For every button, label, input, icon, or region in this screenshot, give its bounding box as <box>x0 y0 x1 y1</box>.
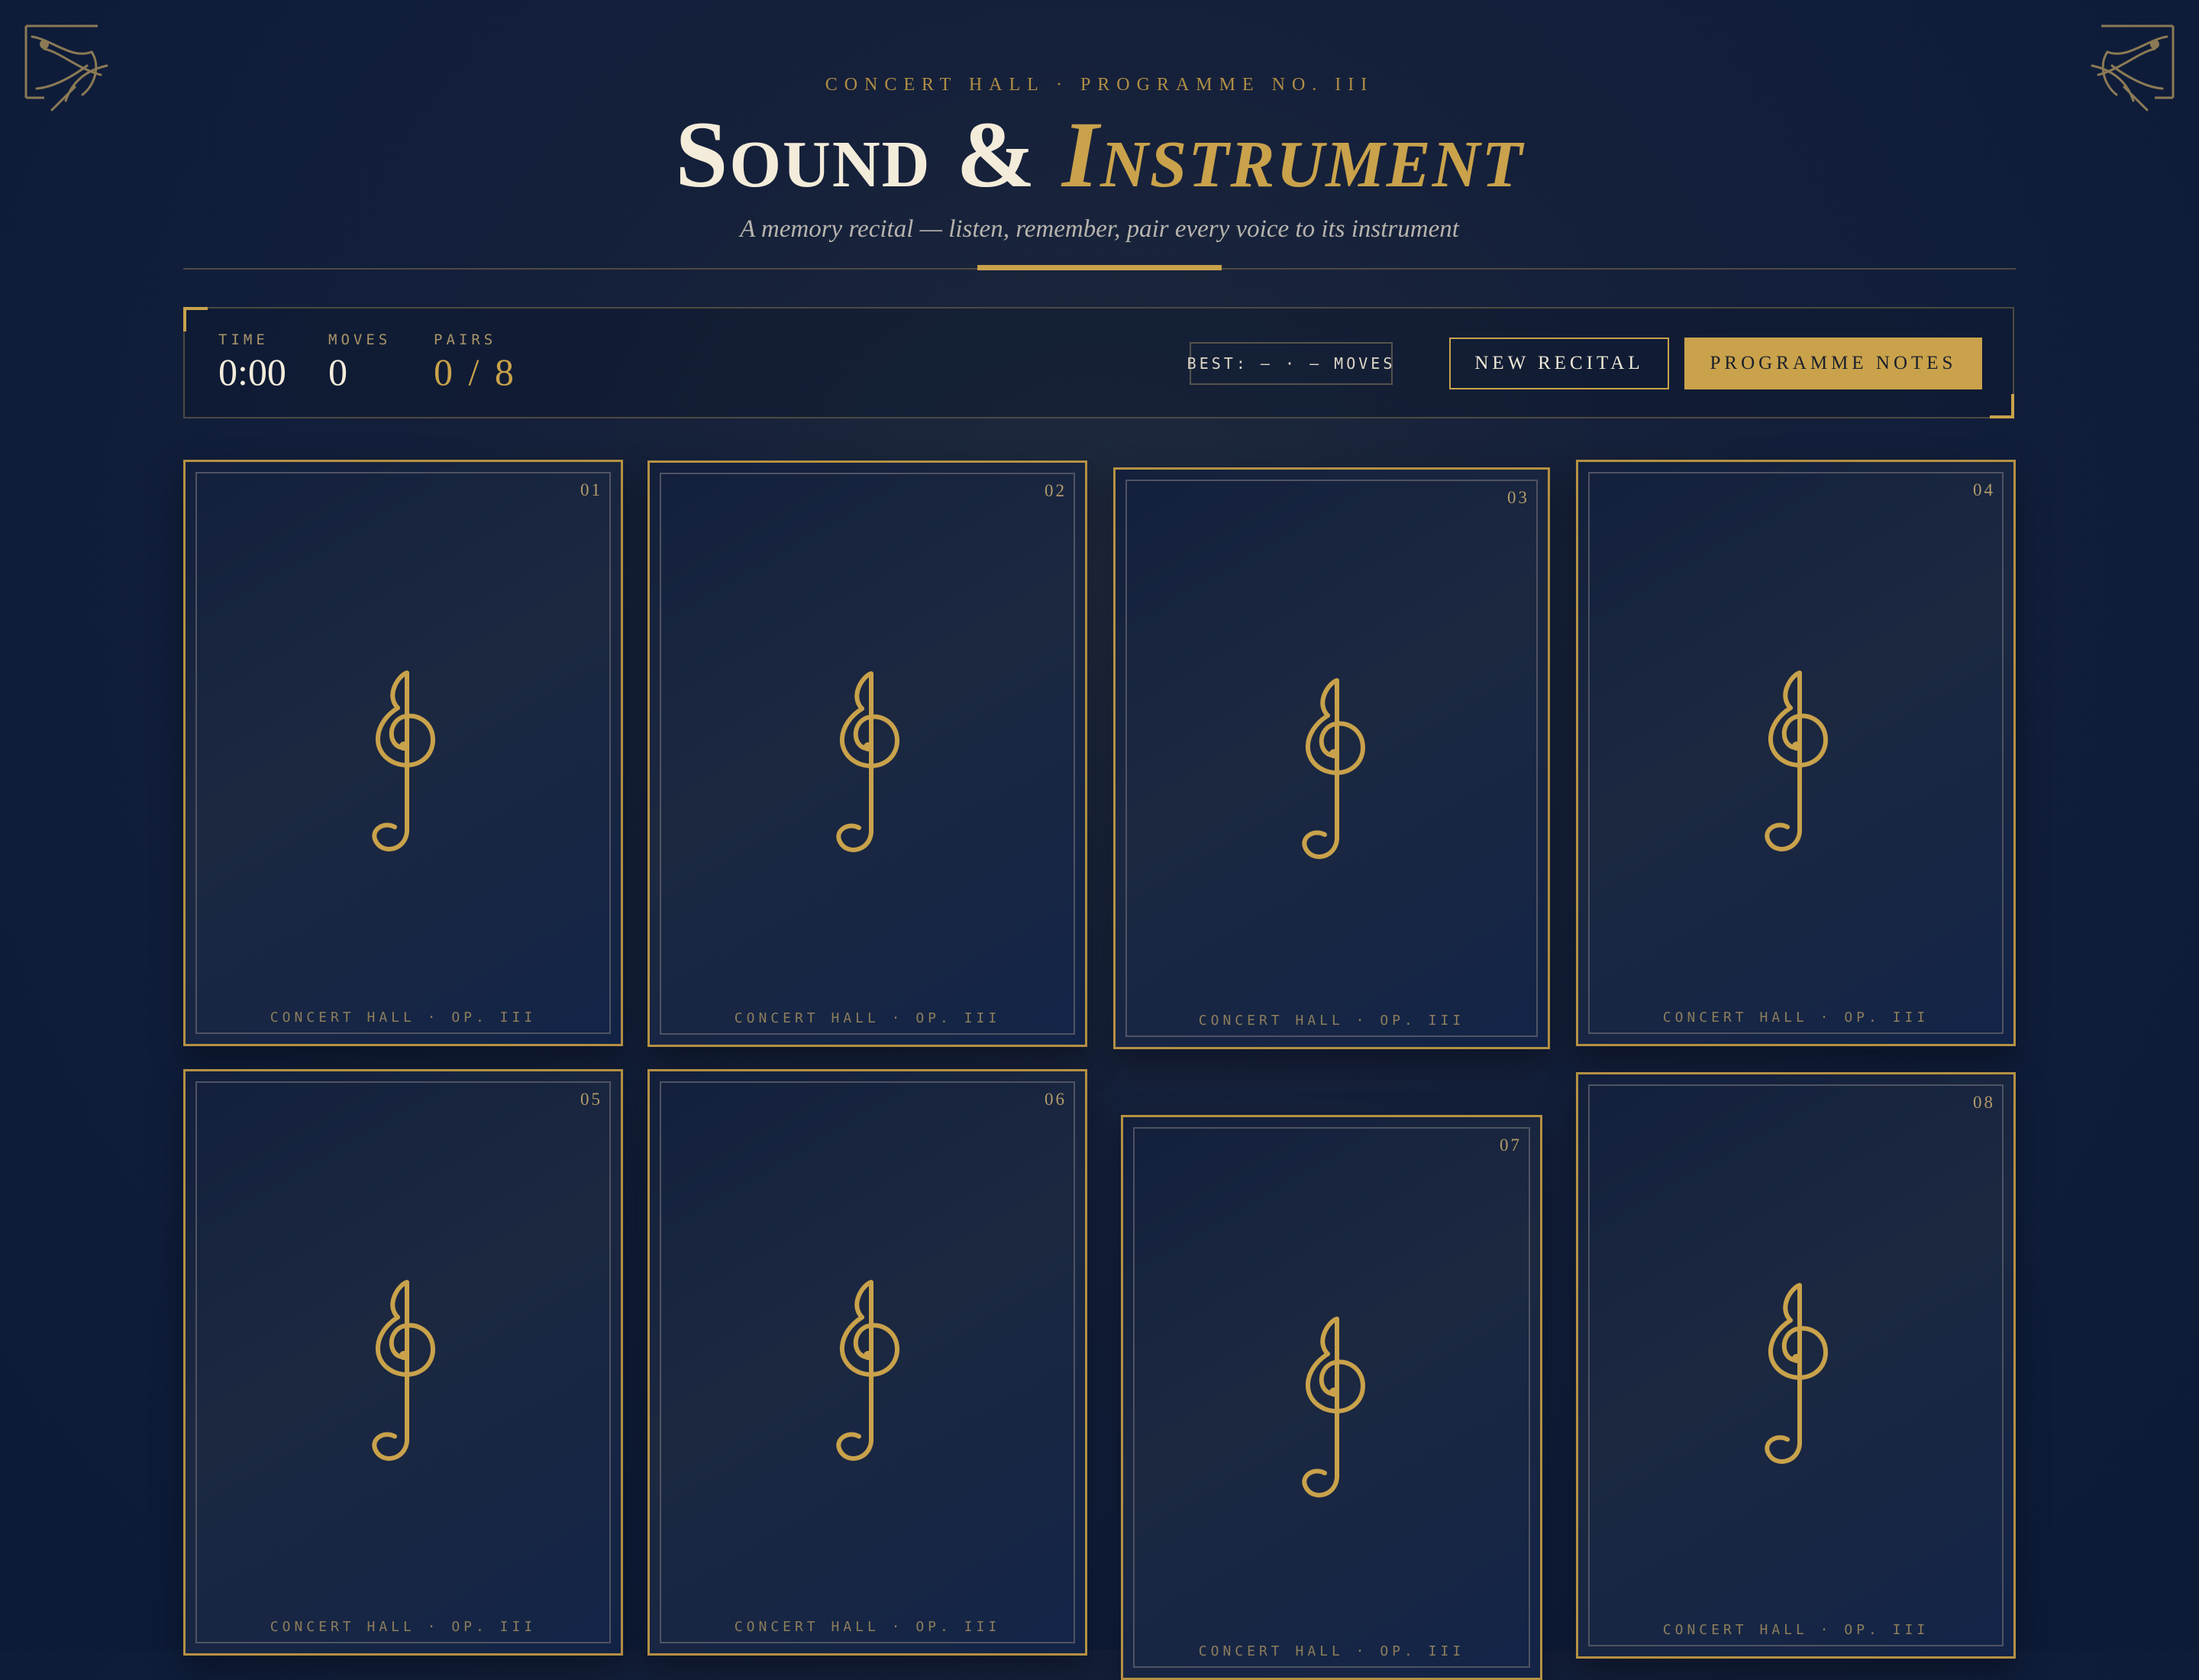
memory-card[interactable]: 05 CONCERT HALL · OP. III <box>183 1069 623 1656</box>
header-divider-accent <box>977 265 1222 270</box>
toolbar-corner-accent <box>183 307 208 331</box>
card-footer: CONCERT HALL · OP. III <box>1662 1622 1929 1638</box>
pairs-label: Pairs <box>434 331 497 348</box>
programme-notes-button[interactable]: Programme Notes <box>1684 338 1982 389</box>
title-accent: Instrument <box>1061 102 1524 207</box>
card-number: 06 <box>1045 1090 1067 1109</box>
card-number: 07 <box>1500 1136 1522 1155</box>
treble-clef-icon <box>1751 662 1842 861</box>
treble-clef-icon <box>822 663 914 861</box>
memory-card[interactable]: 06 CONCERT HALL · OP. III <box>647 1069 1087 1656</box>
treble-clef-icon <box>1751 1275 1842 1473</box>
time-stat: Time 0:00 <box>218 331 286 396</box>
card-number: 01 <box>580 480 602 499</box>
new-recital-button[interactable]: New Recital <box>1449 338 1669 389</box>
memory-card[interactable]: 02 CONCERT HALL · OP. III <box>647 460 1087 1047</box>
card-footer: CONCERT HALL · OP. III <box>1662 1010 1929 1026</box>
card-footer: CONCERT HALL · OP. III <box>270 1010 537 1026</box>
treble-clef-icon <box>358 1271 450 1470</box>
best-score-badge: BEST: — · — MOVES <box>1187 342 1393 385</box>
page-title: Sound & Instrument <box>0 98 2199 212</box>
pairs-value: 0 / 8 <box>434 351 517 393</box>
treble-clef-icon <box>1288 1308 1380 1507</box>
page-subtitle: A memory recital — listen, remember, pai… <box>740 215 1459 243</box>
pairs-stat: Pairs 0 / 8 <box>434 331 517 396</box>
card-number: 04 <box>1973 480 1995 499</box>
treble-clef-icon <box>1288 670 1380 868</box>
card-footer: CONCERT HALL · OP. III <box>1198 1643 1465 1659</box>
memory-card[interactable]: 03 CONCERT HALL · OP. III <box>1113 467 1550 1049</box>
card-footer: CONCERT HALL · OP. III <box>734 1619 1001 1635</box>
memory-card[interactable]: 04 CONCERT HALL · OP. III <box>1576 460 2016 1046</box>
card-number: 05 <box>580 1090 602 1109</box>
treble-clef-icon <box>358 662 450 861</box>
card-number: 03 <box>1507 488 1529 507</box>
moves-label: Moves <box>328 331 392 348</box>
card-footer: CONCERT HALL · OP. III <box>270 1619 537 1635</box>
game-toolbar: Time 0:00 Moves 0 Pairs 0 / 8 BEST: — · … <box>183 307 2014 418</box>
header-kicker: Concert Hall · Programme No. III <box>825 75 1374 95</box>
card-footer: CONCERT HALL · OP. III <box>1198 1013 1465 1029</box>
card-number: 02 <box>1045 481 1067 500</box>
treble-clef-icon <box>822 1271 914 1470</box>
moves-stat: Moves 0 <box>328 331 391 396</box>
moves-value: 0 <box>328 351 347 393</box>
time-value: 0:00 <box>218 351 286 393</box>
card-footer: CONCERT HALL · OP. III <box>734 1010 1001 1026</box>
memory-card[interactable]: 07 CONCERT HALL · OP. III <box>1121 1115 1542 1680</box>
title-main: Sound & <box>675 102 1037 207</box>
memory-card[interactable]: 01 CONCERT HALL · OP. III <box>183 460 623 1046</box>
card-number: 08 <box>1973 1093 1995 1112</box>
memory-card[interactable]: 08 CONCERT HALL · OP. III <box>1576 1072 2016 1659</box>
toolbar-corner-accent <box>1990 394 2014 418</box>
time-label: Time <box>218 331 269 348</box>
